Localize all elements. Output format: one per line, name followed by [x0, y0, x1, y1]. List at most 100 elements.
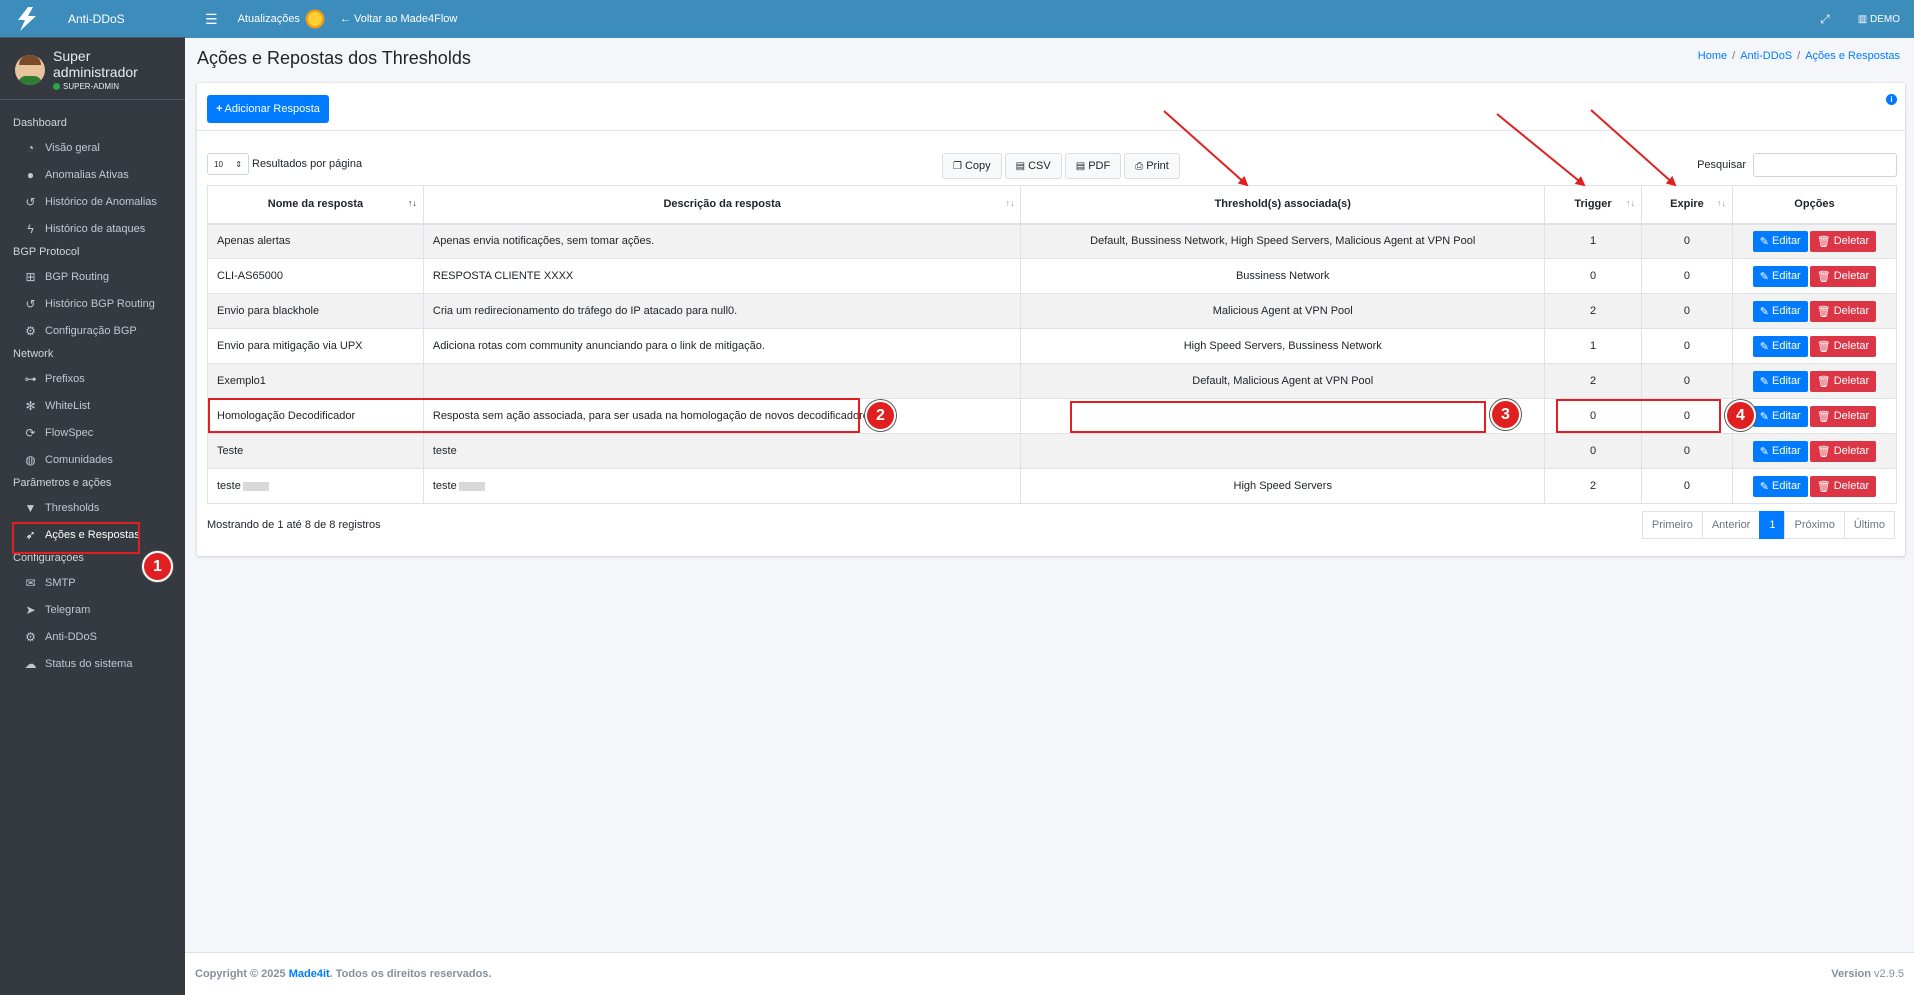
edit-button[interactable]: ✎ Editar	[1752, 475, 1808, 497]
sidebar-item-historico-anomalias[interactable]: ↺ Histórico de Anomalias	[0, 188, 185, 215]
table-row: Exemplo1 Default, Malicious Agent at VPN …	[207, 363, 1898, 399]
company-link[interactable]: Made4it	[289, 968, 330, 980]
trash-icon: 🗑	[1816, 270, 1831, 283]
csv-button[interactable]: ▤ CSV	[1004, 153, 1062, 179]
sidebar-item-anomalias-ativas[interactable]: ● Anomalias Ativas	[0, 161, 185, 188]
cell-options: ✎ Editar 🗑 Deletar	[1731, 468, 1898, 504]
sidebar-item-bgp-routing[interactable]: ⊞ BGP Routing	[0, 263, 185, 290]
col-header-nome[interactable]: Nome da resposta ↑↓	[207, 185, 424, 225]
sidebar-item-telegram[interactable]: ➤ Telegram	[0, 596, 185, 623]
delete-button[interactable]: 🗑 Deletar	[1809, 475, 1877, 497]
account-menu[interactable]: ▥ DEMO	[1858, 14, 1900, 25]
delete-button[interactable]: 🗑 Deletar	[1809, 300, 1877, 322]
col-header-expire[interactable]: Expire ↑↓	[1641, 185, 1733, 225]
user-panel[interactable]: Super administrador SUPER-ADMIN	[0, 38, 185, 100]
sidebar-item-historico-bgp[interactable]: ↺ Histórico BGP Routing	[0, 290, 185, 317]
col-header-trigger[interactable]: Trigger ↑↓	[1544, 185, 1642, 225]
menu-toggle-icon[interactable]: ☰	[205, 11, 218, 28]
cell-name: Envio para blackhole	[207, 293, 424, 329]
brand[interactable]: Anti-DDoS	[0, 0, 185, 38]
highlight-box-name-desc	[208, 398, 860, 433]
page-next[interactable]: Próximo	[1784, 511, 1845, 539]
annotation-badge-4: 4	[1725, 400, 1756, 431]
sidebar-item-config-bgp[interactable]: ⚙ Configuração BGP	[0, 317, 185, 344]
cell-trigger: 0	[1544, 258, 1642, 294]
sync-icon: ⟳	[25, 425, 36, 440]
delete-button[interactable]: 🗑 Deletar	[1809, 230, 1877, 252]
page-last[interactable]: Último	[1843, 511, 1895, 539]
sidebar-item-prefixos[interactable]: ⊶ Prefixos	[0, 365, 185, 392]
sidebar-item-thresholds[interactable]: ▼ Thresholds	[0, 494, 185, 521]
print-icon: ⎙	[1135, 160, 1144, 172]
pdf-file-icon: ▤	[1075, 160, 1086, 172]
add-response-button[interactable]: + Adicionar Resposta	[207, 95, 329, 123]
search-input[interactable]	[1753, 153, 1897, 177]
edit-button[interactable]: ✎ Editar	[1752, 440, 1808, 462]
cell-options: ✎ Editar 🗑 Deletar	[1731, 223, 1898, 259]
cell-trigger: 2	[1544, 363, 1642, 399]
edit-button[interactable]: ✎ Editar	[1752, 370, 1808, 392]
delete-button[interactable]: 🗑 Deletar	[1809, 405, 1877, 427]
updates-link[interactable]: Atualizações	[238, 8, 336, 30]
edit-button[interactable]: ✎ Editar	[1752, 230, 1808, 252]
edit-button[interactable]: ✎ Editar	[1752, 300, 1808, 322]
print-button[interactable]: ⎙ Print	[1124, 153, 1180, 179]
col-header-thresholds[interactable]: Threshold(s) associada(s)	[1020, 185, 1546, 225]
sort-asc-icon: ↑↓	[407, 198, 417, 208]
breadcrumb-anti-ddos[interactable]: Anti-DDoS	[1740, 50, 1792, 62]
dashboard-icon: ◔	[26, 140, 35, 155]
annotation-badge-1: 1	[142, 551, 173, 582]
edit-button[interactable]: ✎ Editar	[1752, 335, 1808, 357]
sidebar-item-historico-ataques[interactable]: ϟ Histórico de ataques	[0, 215, 185, 242]
delete-button[interactable]: 🗑 Deletar	[1809, 265, 1877, 287]
sidebar-item-comunidades[interactable]: ◍ Comunidades	[0, 446, 185, 473]
table-row: Envio para mitigação via UPX Adiciona rot…	[207, 328, 1898, 364]
cell-thresholds: High Speed Servers	[1020, 468, 1546, 504]
delete-button[interactable]: 🗑 Deletar	[1809, 440, 1877, 462]
sidebar-item-flowspec[interactable]: ⟳ FlowSpec	[0, 419, 185, 446]
cell-expire: 0	[1641, 293, 1733, 329]
cell-trigger: 2	[1544, 468, 1642, 504]
table-controls: 10 ⇕ Resultados por página ❐ Copy ▤ CSV ▤ PD…	[207, 147, 1897, 179]
sidebar-item-whitelist[interactable]: ✻ WhiteList	[0, 392, 185, 419]
table-info: Mostrando de 1 até 8 de 8 registros	[207, 519, 381, 531]
pencil-icon: ✎	[1759, 235, 1769, 248]
cell-thresholds: Malicious Agent at VPN Pool	[1020, 293, 1546, 329]
pencil-icon: ✎	[1759, 375, 1769, 388]
edit-button[interactable]: ✎ Editar	[1752, 265, 1808, 287]
pencil-icon: ✎	[1759, 305, 1769, 318]
exclamation-icon: ●	[26, 167, 35, 182]
fullscreen-icon[interactable]: ⤢	[1820, 12, 1830, 27]
page-length-select[interactable]: 10 ⇕	[207, 153, 249, 175]
copy-button[interactable]: ❐ Copy	[942, 153, 1002, 179]
sitemap-icon: ⊞	[25, 269, 36, 284]
nav-header-bgp: BGP Protocol	[13, 246, 80, 258]
delete-button[interactable]: 🗑 Deletar	[1809, 335, 1877, 357]
cell-thresholds: Bussiness Network	[1020, 258, 1546, 294]
brand-name: Anti-DDoS	[68, 11, 125, 26]
search-label: Pesquisar	[1697, 159, 1746, 171]
col-header-descricao[interactable]: Descrição da resposta ↑↓	[422, 185, 1022, 225]
info-icon[interactable]: i	[1886, 94, 1897, 105]
breadcrumb: Home / Anti-DDoS / Ações e Respostas	[1697, 50, 1900, 62]
sidebar-item-anti-ddos[interactable]: ⚙ Anti-DDoS	[0, 623, 185, 650]
page-prev[interactable]: Anterior	[1701, 511, 1761, 539]
annotation-badge-3: 3	[1490, 399, 1521, 430]
page-first[interactable]: Primeiro	[1641, 511, 1703, 539]
sidebar-item-acoes-respostas[interactable]: ➶ Ações e Respostas	[0, 521, 185, 554]
pdf-button[interactable]: ▤ PDF	[1064, 153, 1122, 179]
edit-button[interactable]: ✎ Editar	[1752, 405, 1808, 427]
sidebar-item-status[interactable]: ☁ Status do sistema	[0, 650, 185, 677]
cell-options: ✎ Editar 🗑 Deletar	[1731, 258, 1898, 294]
cell-description: teste	[422, 433, 1022, 469]
version: Version v2.9.5	[1831, 968, 1904, 980]
bolt-icon: ϟ	[27, 221, 34, 236]
cell-name: Envio para mitigação via UPX	[207, 328, 424, 364]
back-link[interactable]: ← Voltar ao Made4Flow	[340, 13, 457, 25]
cell-thresholds: High Speed Servers, Bussiness Network	[1020, 328, 1546, 364]
sidebar-item-visao-geral[interactable]: ◔ Visão geral	[0, 134, 185, 161]
delete-button[interactable]: 🗑 Deletar	[1809, 370, 1877, 392]
breadcrumb-home[interactable]: Home	[1698, 50, 1727, 62]
breadcrumb-current[interactable]: Ações e Respostas	[1805, 50, 1900, 62]
page-1[interactable]: 1	[1759, 511, 1786, 539]
